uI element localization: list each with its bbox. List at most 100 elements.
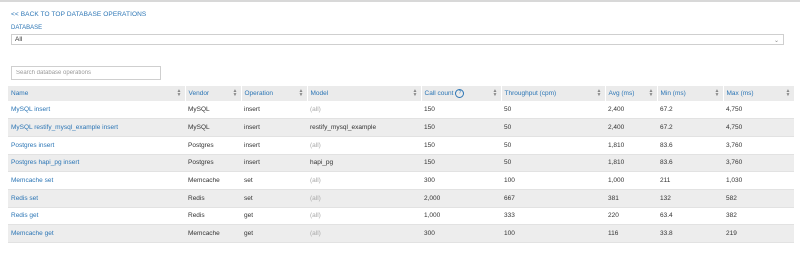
vendor-cell: Redis <box>188 194 205 202</box>
vendor-cell: Postgres <box>188 141 214 149</box>
max-cell: 219 <box>726 230 737 238</box>
max-cell: 3,760 <box>726 159 743 167</box>
avg-cell: 1,810 <box>608 159 625 167</box>
vendor-cell: Redis <box>188 212 205 220</box>
column-header-vendor[interactable]: Vendor ▲ ▼ <box>185 86 242 101</box>
throughput-cell: 50 <box>504 106 512 114</box>
sort-arrows-icon[interactable]: ▲ ▼ <box>233 89 238 98</box>
operation-cell: get <box>244 212 254 220</box>
vendor-cell: MySQL <box>188 106 210 114</box>
max-cell: 582 <box>726 194 737 202</box>
model-cell: hapi_pg <box>310 159 334 167</box>
column-header-call-count[interactable]: Call count? ▲ ▼ <box>421 86 502 101</box>
operation-name-link[interactable]: Postgres hapi_pg insert <box>8 154 185 172</box>
model-cell: (all) <box>310 141 321 149</box>
operation-cell: insert <box>244 106 260 114</box>
call-count-cell: 300 <box>424 230 435 238</box>
sort-arrows-icon[interactable]: ▲ ▼ <box>493 89 498 98</box>
operation-cell: insert <box>244 141 260 149</box>
max-cell: 1,030 <box>726 177 743 185</box>
vendor-cell: Memcache <box>188 177 220 185</box>
operation-cell: set <box>244 194 253 202</box>
question-circle-icon[interactable]: ? <box>455 89 465 98</box>
operation-name-link[interactable]: Postgres insert <box>8 136 185 154</box>
operation-cell: insert <box>244 159 260 167</box>
table-header-row: Name ▲ ▼ Vendor ▲ ▼ Operation ▲ ▼ Model ▲ ▼ Call… <box>8 86 795 101</box>
vendor-cell: Memcache <box>188 230 220 238</box>
operation-name-link[interactable]: MySQL restify_mysql_example insert <box>8 119 185 137</box>
call-count-cell: 150 <box>424 141 435 149</box>
chevron-down-icon: ⌄ <box>773 38 779 44</box>
database-operations-table: Name ▲ ▼ Vendor ▲ ▼ Operation ▲ ▼ Model ▲ ▼ Call… <box>8 86 795 243</box>
search-input[interactable] <box>11 66 161 80</box>
sort-arrows-icon[interactable]: ▲ ▼ <box>786 89 791 98</box>
model-cell: (all) <box>310 177 321 185</box>
table-row[interactable]: Redis get Redis get (all) 1,000 333 220 … <box>8 207 794 225</box>
column-header-throughput[interactable]: Throughput (cpm) ▲ ▼ <box>501 86 606 101</box>
database-filter-label: DATABASE <box>11 25 43 31</box>
table-row[interactable]: MySQL restify_mysql_example insert MySQL… <box>8 118 794 137</box>
call-count-cell: 2,000 <box>424 194 441 202</box>
min-cell: 33.8 <box>660 230 673 238</box>
operation-cell: set <box>244 177 253 185</box>
call-count-cell: 1,000 <box>424 212 441 220</box>
avg-cell: 1,000 <box>608 177 625 185</box>
database-selected-value: All <box>15 36 23 43</box>
column-header-name[interactable]: Name ▲ ▼ <box>8 86 186 101</box>
sort-arrows-icon[interactable]: ▲ ▼ <box>715 89 720 98</box>
sort-arrows-icon[interactable]: ▲ ▼ <box>649 89 654 98</box>
max-cell: 4,750 <box>726 124 743 132</box>
max-cell: 4,750 <box>726 106 743 114</box>
operation-name-link[interactable]: MySQL insert <box>8 101 185 119</box>
table-row[interactable]: Postgres insert Postgres insert (all) 15… <box>8 136 794 155</box>
column-header-model[interactable]: Model ▲ ▼ <box>307 86 422 101</box>
max-cell: 382 <box>726 212 737 220</box>
table-row[interactable]: MySQL insert MySQL insert (all) 150 50 2… <box>8 101 794 119</box>
throughput-cell: 50 <box>504 124 512 132</box>
top-divider <box>0 0 800 2</box>
min-cell: 211 <box>660 177 671 185</box>
column-header-operation[interactable]: Operation ▲ ▼ <box>241 86 308 101</box>
call-count-cell: 150 <box>424 159 435 167</box>
sort-arrows-icon[interactable]: ▲ ▼ <box>299 89 304 98</box>
avg-cell: 381 <box>608 194 619 202</box>
operation-cell: get <box>244 230 254 238</box>
call-count-cell: 150 <box>424 106 435 114</box>
back-to-top-operations-link[interactable]: << BACK TO TOP DATABASE OPERATIONS <box>11 11 146 18</box>
operation-name-link[interactable]: Memcache get <box>8 225 185 243</box>
table-row[interactable]: Memcache get Memcache get (all) 300 100 … <box>8 224 794 243</box>
vendor-cell: MySQL <box>188 124 210 132</box>
model-cell: (all) <box>310 194 321 202</box>
operation-name-link[interactable]: Memcache set <box>8 172 185 190</box>
operation-name-link[interactable]: Redis get <box>8 207 185 225</box>
throughput-cell: 333 <box>504 212 515 220</box>
sort-arrows-icon[interactable]: ▲ ▼ <box>177 89 182 98</box>
max-cell: 3,760 <box>726 141 743 149</box>
database-select[interactable]: All ⌄ <box>11 34 784 45</box>
throughput-cell: 667 <box>504 194 515 202</box>
throughput-cell: 100 <box>504 230 515 238</box>
avg-cell: 2,400 <box>608 106 625 114</box>
avg-cell: 1,810 <box>608 141 625 149</box>
table-row[interactable]: Postgres hapi_pg insert Postgres insert … <box>8 154 794 172</box>
model-cell: restify_mysql_example <box>310 124 377 132</box>
min-cell: 67.2 <box>660 106 673 114</box>
min-cell: 67.2 <box>660 124 673 132</box>
min-cell: 83.6 <box>660 159 673 167</box>
call-count-cell: 300 <box>424 177 435 185</box>
model-cell: (all) <box>310 106 321 114</box>
table-row[interactable]: Redis set Redis set (all) 2,000 667 381 … <box>8 189 794 208</box>
min-cell: 132 <box>660 194 671 202</box>
sort-arrows-icon[interactable]: ▲ ▼ <box>597 89 602 98</box>
operation-name-link[interactable]: Redis set <box>8 189 185 207</box>
avg-cell: 220 <box>608 212 619 220</box>
model-cell: (all) <box>310 230 321 238</box>
throughput-cell: 50 <box>504 141 512 149</box>
throughput-cell: 100 <box>504 177 515 185</box>
table-row[interactable]: Memcache set Memcache set (all) 300 100 … <box>8 172 794 190</box>
throughput-cell: 50 <box>504 159 512 167</box>
column-header-max[interactable]: Max (ms) ▲ ▼ <box>723 86 795 101</box>
column-header-min[interactable]: Min (ms) ▲ ▼ <box>657 86 724 101</box>
sort-arrows-icon[interactable]: ▲ ▼ <box>413 89 418 98</box>
column-header-avg[interactable]: Avg (ms) ▲ ▼ <box>605 86 658 101</box>
